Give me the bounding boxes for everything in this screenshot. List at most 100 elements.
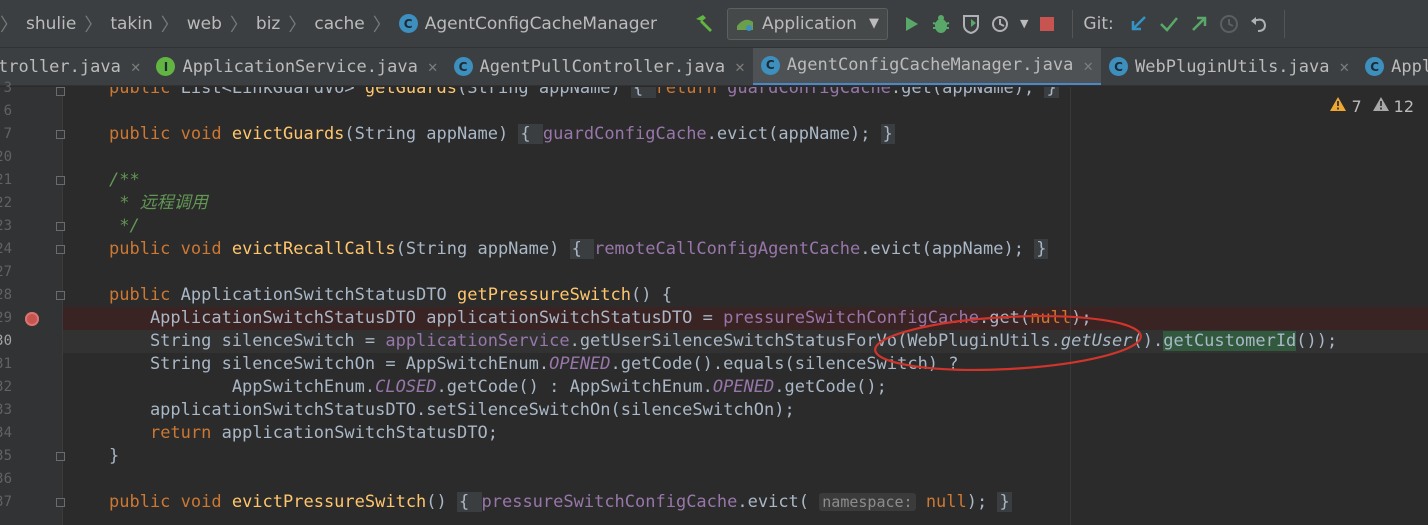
spring-boot-icon (736, 16, 754, 32)
warning-count[interactable]: 7 (1329, 96, 1362, 116)
breadcrumb-item-biz[interactable]: biz (256, 14, 280, 34)
line-number: 28 (0, 287, 12, 303)
line-number: 27 (0, 264, 12, 280)
close-icon[interactable]: ✕ (428, 57, 438, 76)
code-token: guardConfigCache (727, 87, 891, 98)
breadcrumb-item-web[interactable]: web (187, 14, 222, 34)
git-commit-icon[interactable] (1154, 9, 1184, 39)
breadcrumb-item-cache[interactable]: cache (314, 14, 364, 34)
run-config-label: Application (761, 13, 857, 34)
code-token: OPENED (549, 354, 611, 374)
code-line: public void evictPressureSwitch() { pres… (63, 491, 1428, 514)
code-line: } (63, 445, 1428, 468)
code-token: public (109, 87, 181, 98)
weak-warning-icon (1372, 96, 1390, 116)
folded-region[interactable]: { (518, 124, 543, 144)
code-token: null (915, 492, 967, 512)
git-update-icon[interactable] (1124, 9, 1154, 39)
folded-region[interactable]: } (1034, 239, 1049, 259)
tab-label: WebPluginUtils.java (1135, 56, 1330, 77)
code-token: String silenceSwitch = (109, 331, 386, 351)
folded-region[interactable]: { (631, 87, 656, 98)
rollback-icon[interactable] (1244, 9, 1274, 39)
line-number: 31 (0, 356, 12, 372)
code-line: public void evictRecallCalls(String appN… (63, 238, 1428, 261)
tab-application-service[interactable]: I ApplicationService.java ✕ (148, 48, 445, 85)
editor-gutter[interactable]: 3 6 7 20 21 22 23 24 27 28 29 30 31 32 3… (0, 80, 65, 525)
breadcrumb-separator: 〉 (84, 14, 103, 36)
code-token: String silenceSwitchOn = AppSwitchEnum. (109, 354, 550, 374)
code-line: * 远程调用 (63, 192, 1428, 215)
coverage-icon[interactable] (956, 9, 986, 39)
breadcrumb-item-takin[interactable]: takin (110, 14, 152, 34)
breadcrumb-item-shulie[interactable]: shulie (26, 14, 76, 34)
tab-agent-pull-controller[interactable]: C AgentPullController.java ✕ (446, 48, 753, 85)
history-icon[interactable] (1214, 9, 1244, 39)
class-icon: C (1365, 57, 1385, 76)
close-icon[interactable]: ✕ (131, 57, 141, 76)
breadcrumb-separator: 〉 (0, 14, 18, 36)
breadcrumb-separator: 〉 (229, 14, 248, 36)
code-token: public void (109, 124, 232, 144)
git-push-icon[interactable] (1184, 9, 1214, 39)
stop-icon[interactable] (1032, 9, 1062, 39)
line-number: 35 (0, 448, 12, 464)
git-label: Git: (1083, 13, 1114, 34)
line-number: 24 (0, 241, 12, 257)
code-line-current: String silenceSwitch = applicationServic… (63, 330, 1428, 353)
tab-web-plugin-utils[interactable]: C WebPluginUtils.java ✕ (1101, 48, 1357, 85)
code-token: List<LinkGuardVo> (180, 87, 365, 98)
line-number: 23 (0, 218, 12, 234)
weak-warning-count[interactable]: 12 (1372, 96, 1414, 116)
folded-region[interactable]: } (880, 124, 895, 144)
folded-region[interactable]: { (457, 492, 482, 512)
line-number: 33 (0, 402, 12, 418)
breadcrumb-current-class[interactable]: C AgentConfigCacheManager (398, 13, 657, 34)
code-line: applicationSwitchStatusDTO.setSilenceSwi… (63, 399, 1428, 422)
line-number: 22 (0, 195, 12, 211)
debug-icon[interactable] (926, 9, 956, 39)
tab-appli[interactable]: C Appli (1357, 48, 1428, 85)
line-number: 20 (0, 149, 12, 165)
line-number: 7 (3, 126, 12, 142)
code-comment: */ (109, 216, 140, 236)
code-token: applicationSwitchStatusDTO.setSilenceSwi… (109, 400, 795, 420)
close-icon[interactable]: ✕ (1339, 57, 1349, 76)
run-dropdown-chevron-icon[interactable]: ▼ (1020, 17, 1028, 30)
code-token: guardConfigCache (542, 124, 707, 144)
close-icon[interactable]: ✕ (1083, 56, 1093, 75)
run-config-selector[interactable]: Application ▼ (726, 7, 888, 40)
code-token: getGuards (364, 87, 458, 98)
folded-region[interactable]: } (1044, 87, 1059, 98)
code-token: (String appName) (395, 239, 570, 259)
run-icon[interactable] (896, 9, 926, 39)
profile-icon[interactable] (986, 9, 1016, 39)
code-token: (String appName) (457, 87, 632, 98)
inspection-widget[interactable]: 7 12 (1329, 96, 1414, 116)
code-token: getPressureSwitch (457, 285, 631, 305)
tab-label: AgentConfigCacheManager.java (786, 55, 1074, 75)
tab-label: Appli (1391, 56, 1428, 77)
code-line: public void evictGuards(String appName) … (63, 123, 1428, 146)
tab-controller[interactable]: troller.java ✕ (0, 48, 148, 85)
close-icon[interactable]: ✕ (735, 57, 745, 76)
hammer-icon[interactable] (689, 9, 719, 39)
parameter-hint: namespace: (819, 493, 916, 511)
code-token: OPENED (712, 377, 775, 397)
folded-region[interactable]: } (997, 492, 1012, 512)
code-token: public void (109, 239, 232, 259)
breakpoint-icon[interactable] (25, 312, 39, 326)
code-token: AppSwitchEnum. (109, 377, 376, 397)
code-token: applicationSwitchStatusDTO; (221, 423, 498, 443)
warning-count-label: 7 (1351, 96, 1362, 116)
code-token: evictPressureSwitch (231, 492, 427, 512)
chevron-down-icon: ▼ (868, 16, 879, 31)
line-number: 6 (3, 103, 12, 119)
tab-agent-config-cache-manager[interactable]: C AgentConfigCacheManager.java ✕ (752, 48, 1102, 85)
folded-region[interactable]: { (569, 239, 595, 259)
toolbar-divider (1072, 9, 1074, 38)
code-token: .getCode() : AppSwitchEnum. (436, 377, 713, 397)
code-token: applicationService (385, 331, 570, 351)
code-editor[interactable]: public List<LinkGuardVo> getGuards(Strin… (63, 87, 1428, 525)
breadcrumb-class-label: AgentConfigCacheManager (424, 13, 657, 34)
